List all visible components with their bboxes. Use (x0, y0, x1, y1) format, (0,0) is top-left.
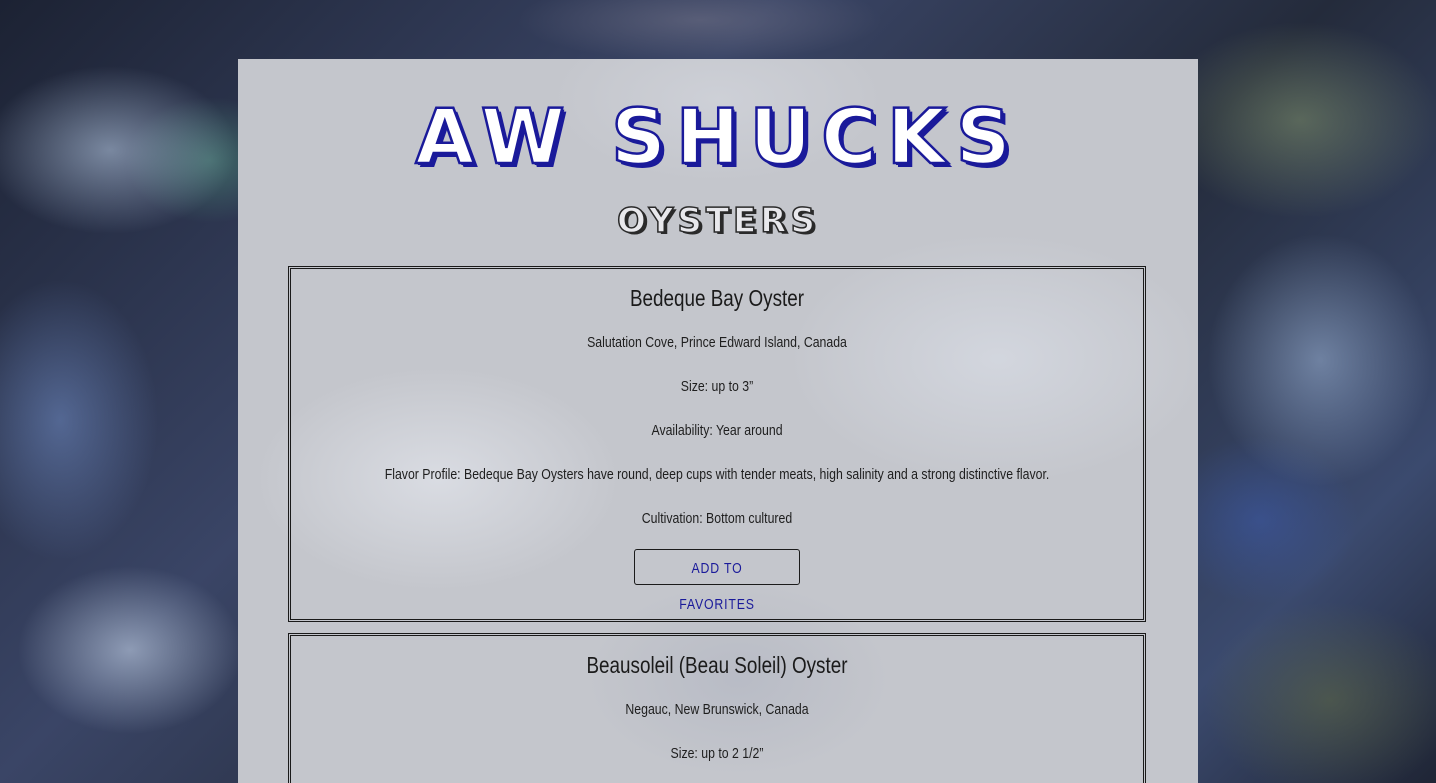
brand-title: AW SHUCKS (414, 92, 1021, 181)
oyster-location: Negauc, New Brunswick, Canada (625, 701, 809, 718)
add-to-favorites-label: ADD TO FAVORITES (679, 560, 755, 613)
oyster-size: Size: up to 2 1/2” (670, 745, 764, 762)
main-panel: AW SHUCKS OYSTERS Bedeque Bay Oyster Sal… (238, 59, 1198, 783)
brand-subtitle: OYSTERS (616, 200, 819, 242)
oyster-name: Beausoleil (Beau Soleil) Oyster (586, 652, 848, 678)
oyster-size: Size: up to 3” (680, 378, 754, 395)
oyster-location: Salutation Cove, Prince Edward Island, C… (587, 334, 847, 351)
oyster-flavor-profile: Flavor Profile: Bedeque Bay Oysters have… (384, 466, 1050, 483)
add-to-favorites-button[interactable]: ADD TO FAVORITES (634, 549, 800, 613)
oyster-cultivation: Cultivation: Bottom cultured (641, 510, 793, 527)
oyster-availability: Availability: Year around (651, 422, 783, 439)
oyster-card: Bedeque Bay Oyster Salutation Cove, Prin… (288, 266, 1146, 622)
oyster-card: Beausoleil (Beau Soleil) Oyster Negauc, … (288, 633, 1146, 783)
oyster-name: Bedeque Bay Oyster (629, 285, 805, 311)
